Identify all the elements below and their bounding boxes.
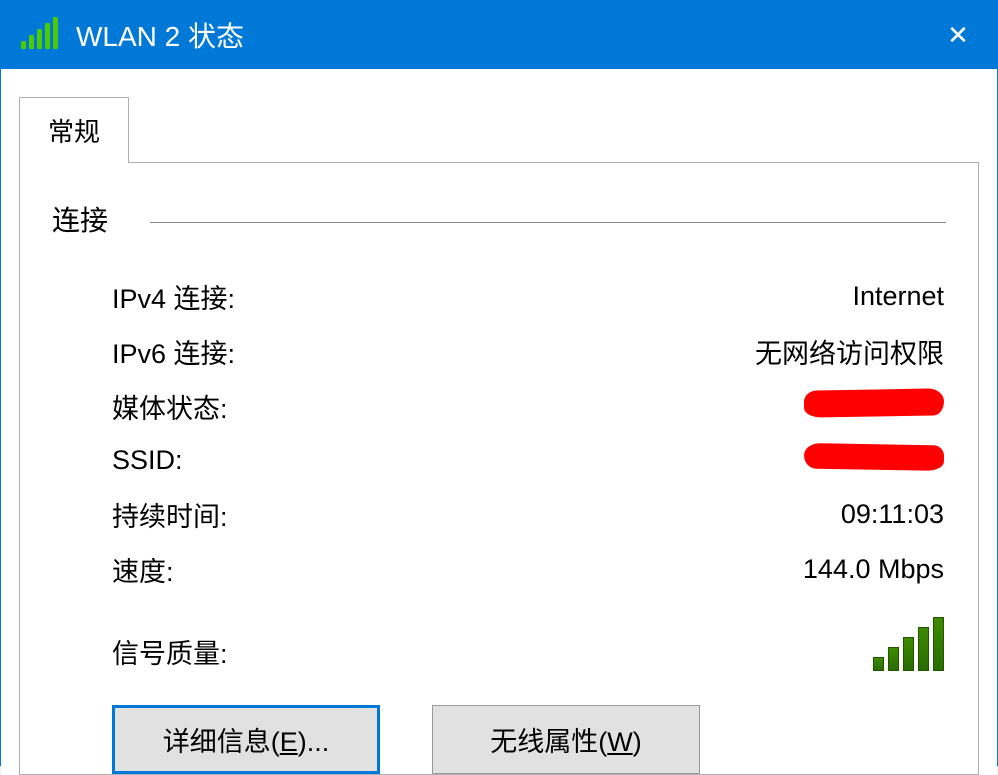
close-button[interactable]: ✕ — [923, 1, 993, 69]
row-media-state: 媒体状态: — [112, 379, 944, 434]
duration-value: 09:11:03 — [841, 499, 944, 530]
tab-panel-general: 连接 IPv4 连接: Internet IPv6 连接: 无网络访问权限 媒体… — [19, 162, 979, 775]
row-ipv6: IPv6 连接: 无网络访问权限 — [112, 324, 944, 379]
content-area: 常规 连接 IPv4 连接: Internet IPv6 连接: 无网络访问权限… — [1, 69, 997, 775]
media-state-value — [804, 388, 944, 425]
window-title: WLAN 2 状态 — [76, 15, 923, 55]
row-ssid: SSID: — [112, 434, 944, 487]
redacted-value — [804, 388, 944, 418]
row-speed: 速度: 144.0 Mbps — [112, 542, 944, 597]
close-icon: ✕ — [947, 20, 969, 51]
media-state-label: 媒体状态: — [112, 387, 228, 426]
tab-general[interactable]: 常规 — [19, 97, 129, 163]
ipv6-value: 无网络访问权限 — [755, 332, 944, 371]
ssid-value — [804, 442, 944, 479]
section-header-connection: 连接 — [52, 199, 946, 239]
title-bar: WLAN 2 状态 ✕ — [1, 1, 997, 69]
section-divider — [150, 222, 946, 223]
speed-value: 144.0 Mbps — [803, 554, 944, 585]
signal-strength-icon — [873, 617, 944, 671]
ipv4-value: Internet — [852, 281, 944, 312]
signal-quality-label: 信号质量: — [112, 632, 228, 671]
ssid-label: SSID: — [112, 445, 183, 476]
redacted-value — [804, 442, 944, 472]
speed-label: 速度: — [112, 550, 174, 589]
wireless-properties-button[interactable]: 无线属性(W) — [432, 705, 700, 774]
tab-strip: 常规 — [19, 97, 979, 162]
button-row: 详细信息(E)... 无线属性(W) — [112, 705, 946, 774]
ipv6-label: IPv6 连接: — [112, 332, 235, 371]
section-label: 连接 — [52, 199, 108, 239]
row-duration: 持续时间: 09:11:03 — [112, 487, 944, 542]
wlan-status-window: WLAN 2 状态 ✕ 常规 连接 IPv4 连接: Internet IPv6… — [0, 0, 998, 766]
duration-label: 持续时间: — [112, 495, 228, 534]
wifi-signal-icon — [21, 21, 58, 49]
details-button[interactable]: 详细信息(E)... — [112, 705, 380, 774]
row-signal-quality: 信号质量: — [112, 617, 944, 671]
row-ipv4: IPv4 连接: Internet — [112, 269, 944, 324]
ipv4-label: IPv4 连接: — [112, 277, 235, 316]
